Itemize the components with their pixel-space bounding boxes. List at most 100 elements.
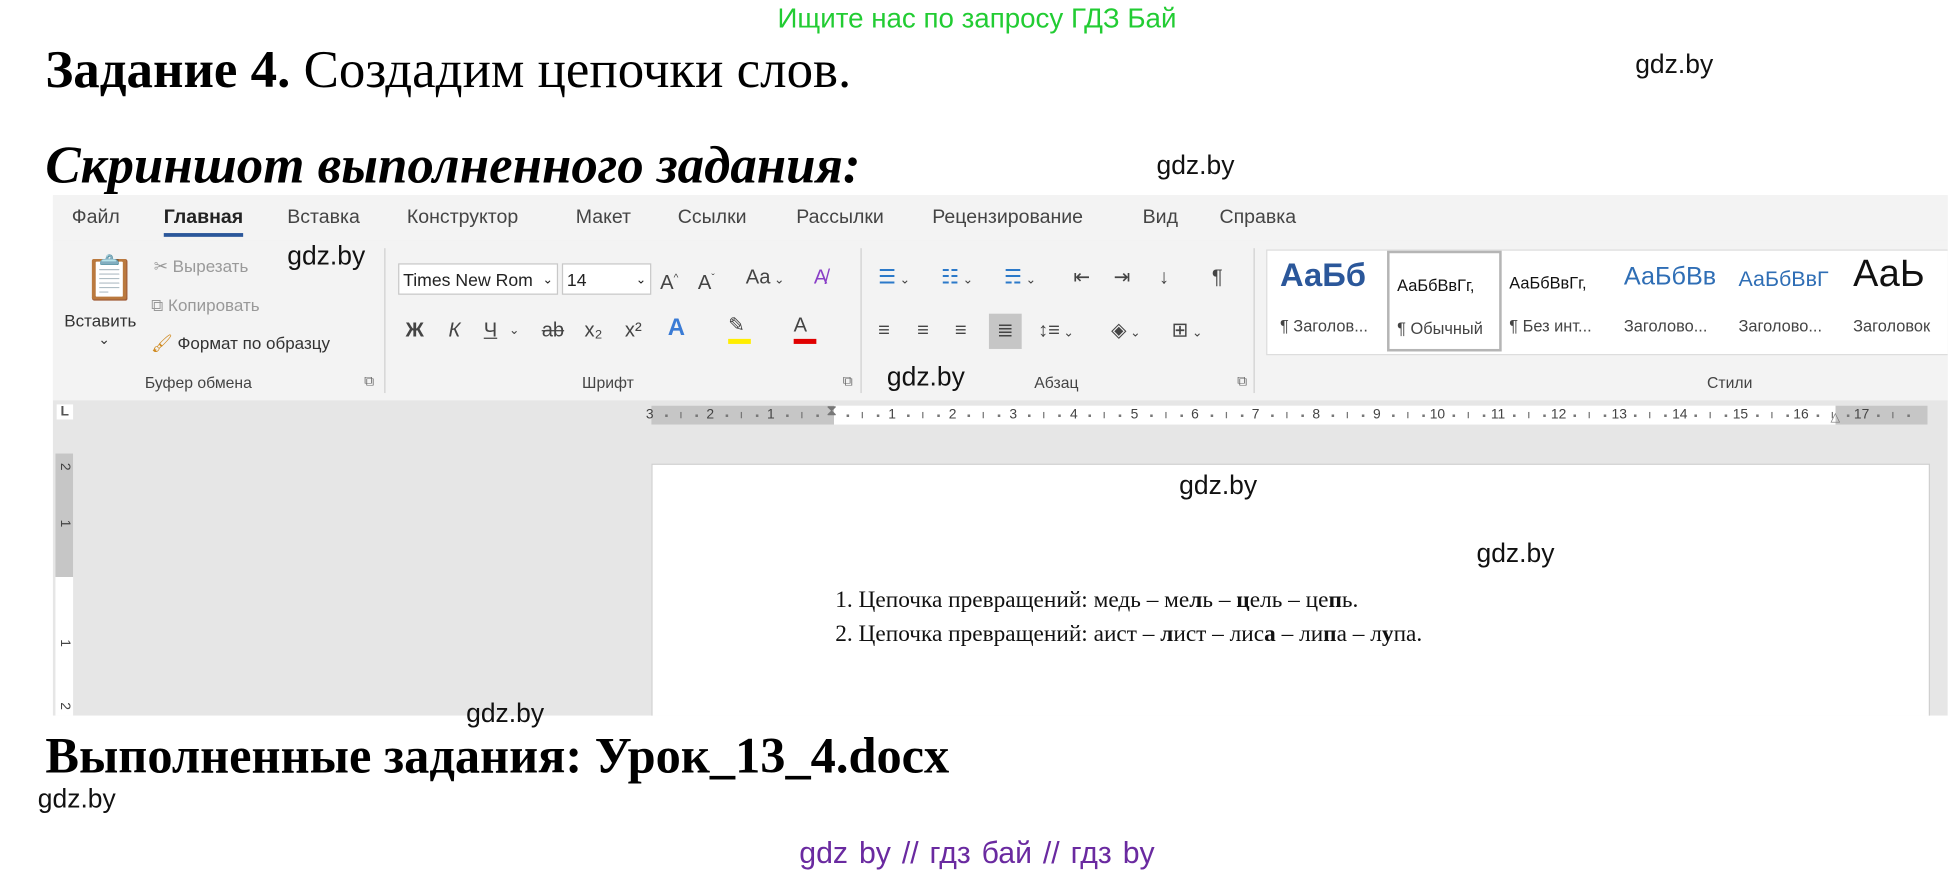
- copy-button[interactable]: ⧉ Копировать: [151, 296, 259, 316]
- horizontal-ruler[interactable]: L ⧗ △ 3 2 1 1 2 3 4 5 6 7 8 9 10 11 12 13 14 15 16 17: [52, 400, 1948, 429]
- underline-button[interactable]: Ч: [484, 319, 497, 344]
- ruler-number: 2: [948, 406, 957, 423]
- watermark: gdz.by: [886, 362, 965, 392]
- ruler-tick: [1513, 414, 1516, 417]
- document-line[interactable]: 2. Цепочка превращений: аист – лист – ли…: [835, 622, 1422, 648]
- ruler-tick: [861, 411, 864, 419]
- format-painter-button[interactable]: 🖌 Формат по образцу: [151, 334, 330, 354]
- indent-marker-icon[interactable]: ⧗: [826, 402, 837, 421]
- clear-formatting-icon[interactable]: A̸: [814, 266, 827, 291]
- numbering-icon[interactable]: ☷ ⌄: [941, 266, 973, 294]
- ruler-number: 1: [767, 406, 775, 423]
- document-page[interactable]: 1. Цепочка превращений: медь – мель – це…: [651, 463, 1931, 716]
- font-launcher-icon[interactable]: ⧉: [843, 374, 853, 390]
- ruler-number: 6: [1191, 406, 1199, 423]
- tab-6[interactable]: Рассылки: [796, 207, 884, 230]
- style-item[interactable]: АаЬ Заголовок: [1846, 251, 1948, 352]
- screenshot-heading: Скриншот выполненного задания:: [45, 137, 861, 196]
- style-name: Заголово...: [1738, 316, 1823, 336]
- tab-0[interactable]: Файл: [72, 207, 120, 230]
- ruler-tick: [725, 414, 728, 417]
- ruler-tick: [1770, 411, 1772, 419]
- cut-button[interactable]: ✂ Вырезать: [154, 257, 249, 277]
- chevron-down-icon[interactable]: ⌄: [509, 319, 520, 344]
- ruler-tick: [1301, 414, 1304, 417]
- bullets-icon[interactable]: ☰ ⌄: [878, 266, 910, 294]
- document-line[interactable]: 1. Цепочка превращений: медь – мель – це…: [835, 588, 1358, 614]
- line-spacing-icon[interactable]: ↕≡ ⌄: [1038, 319, 1074, 347]
- tab-5[interactable]: Ссылки: [678, 207, 747, 230]
- ruler-tick: [1331, 414, 1334, 417]
- tab-7[interactable]: Рецензирование: [932, 207, 1083, 230]
- ruler-tick: [1664, 414, 1668, 417]
- ruler-tick: [1831, 411, 1833, 419]
- style-item[interactable]: АаБбВвГг, ¶ Без инт...: [1502, 251, 1617, 352]
- ruler-tick: [1725, 414, 1728, 417]
- ruler-tick: [1710, 411, 1712, 419]
- text-effects-icon[interactable]: A: [668, 316, 685, 341]
- font-name-select[interactable]: Times New Rom ⌄: [398, 263, 559, 295]
- text-run: Цепочка превращений: медь – ме: [852, 588, 1190, 614]
- clipboard-launcher-icon[interactable]: ⧉: [364, 374, 374, 390]
- vertical-ruler[interactable]: 2 1 1 2: [55, 453, 74, 716]
- grow-font-icon[interactable]: A^: [660, 266, 678, 297]
- font-name-value: Times New Rom: [403, 269, 533, 290]
- ruler-tick: [1588, 411, 1591, 419]
- ruler-tick: [937, 414, 941, 417]
- tab-4[interactable]: Макет: [576, 207, 631, 230]
- style-item[interactable]: АаБб ¶ Заголов...: [1272, 251, 1387, 352]
- ruler-number: 15: [1732, 406, 1749, 423]
- ruler-number: 10: [1429, 406, 1446, 423]
- increase-indent-icon[interactable]: ⇥: [1114, 266, 1131, 291]
- style-item[interactable]: АаБбВвГг, ¶ Обычный: [1387, 250, 1502, 352]
- bold-button[interactable]: Ж: [406, 319, 424, 344]
- footer-watermark: gdz by // гдз бай // гдз by: [799, 836, 1155, 871]
- style-item[interactable]: АаБбВвГ Заголово...: [1731, 251, 1846, 352]
- tab-selector-icon[interactable]: L: [56, 404, 73, 420]
- tab-1[interactable]: Главная: [163, 207, 244, 237]
- paste-chevron-icon[interactable]: ⌄: [98, 331, 110, 348]
- vruler-number: 2: [57, 702, 73, 710]
- vruler-number: 2: [57, 462, 73, 471]
- tab-3[interactable]: Конструктор: [407, 207, 518, 230]
- decrease-indent-icon[interactable]: ⇤: [1073, 266, 1090, 291]
- style-name: ¶ Заголов...: [1279, 316, 1368, 336]
- font-size-select[interactable]: 14 ⌄: [561, 263, 652, 295]
- paragraph-launcher-icon[interactable]: ⧉: [1237, 374, 1247, 390]
- borders-icon[interactable]: ⊞ ⌄: [1172, 319, 1203, 347]
- highlight-icon[interactable]: ✎: [728, 314, 751, 344]
- justify-icon[interactable]: ≣: [988, 313, 1022, 349]
- font-group-label: Шрифт: [582, 374, 634, 392]
- ruler-tick: [1604, 414, 1607, 417]
- shading-icon[interactable]: ◈ ⌄: [1111, 319, 1141, 347]
- word-window: Файл Главная Вставка Конструктор Макет Ссылки…: [52, 195, 1948, 716]
- style-item[interactable]: АаБбВв Заголово...: [1616, 251, 1731, 352]
- align-center-icon[interactable]: ≡: [917, 319, 929, 344]
- paste-icon[interactable]: 📋: [83, 256, 136, 301]
- subscript-button[interactable]: x₂: [585, 319, 603, 344]
- sort-icon[interactable]: ↓: [1159, 266, 1169, 291]
- ruler-tick: [922, 411, 924, 419]
- tab-8[interactable]: Вид: [1143, 207, 1178, 230]
- tab-2[interactable]: Вставка: [287, 207, 360, 230]
- font-size-value: 14: [566, 269, 587, 290]
- shrink-font-icon[interactable]: Aˇ: [698, 266, 715, 297]
- font-color-icon[interactable]: A: [793, 314, 817, 344]
- style-preview: АаБб: [1279, 255, 1367, 294]
- superscript-button[interactable]: x²: [625, 319, 642, 344]
- strikethrough-button[interactable]: ab: [542, 319, 564, 344]
- pilcrow-icon[interactable]: ¶: [1212, 266, 1223, 291]
- divider: [860, 248, 862, 394]
- italic-button[interactable]: К: [448, 319, 460, 344]
- multilevel-list-icon[interactable]: ☴ ⌄: [1004, 266, 1036, 294]
- align-left-icon[interactable]: ≡: [878, 319, 890, 344]
- change-case-button[interactable]: Aa ⌄: [746, 266, 785, 294]
- text-run: п: [1323, 622, 1337, 648]
- ruler-tick: [967, 414, 971, 417]
- paste-button[interactable]: Вставить: [64, 311, 136, 330]
- text-run: Цепочка превращений: аист –: [852, 622, 1161, 648]
- align-right-icon[interactable]: ≡: [955, 319, 967, 344]
- ruler-tick: [1285, 411, 1288, 419]
- text-run: ц: [1236, 588, 1250, 614]
- tab-9[interactable]: Справка: [1219, 207, 1296, 230]
